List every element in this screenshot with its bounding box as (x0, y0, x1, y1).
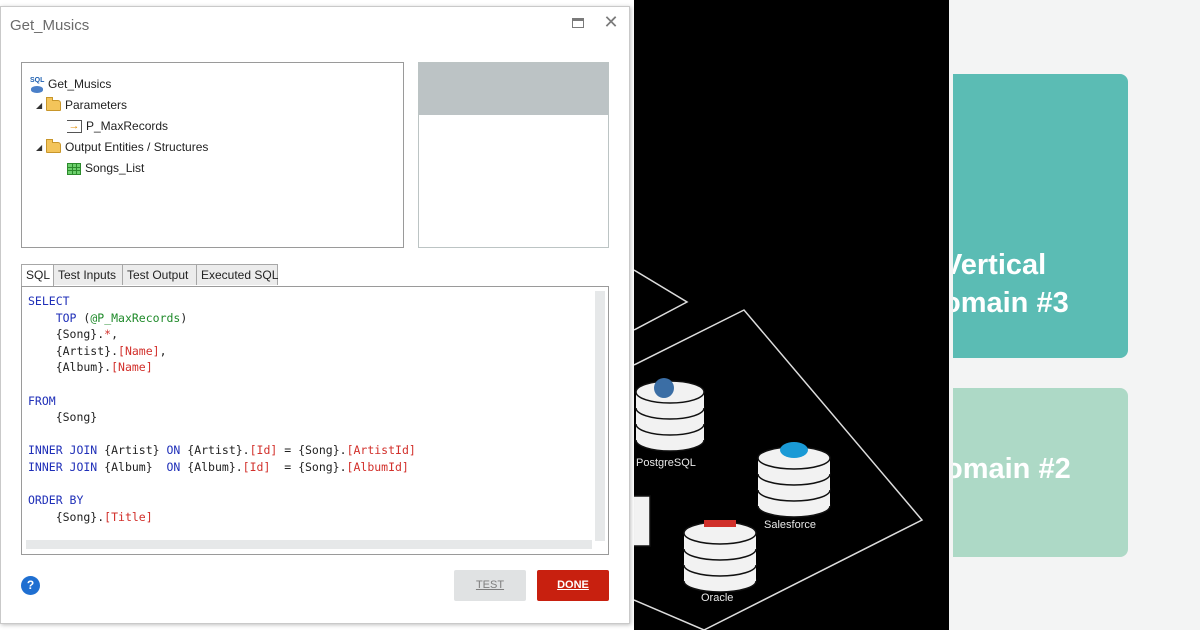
sql-query-dialog: Get_Musics ✕ SQL Get_Musics ◢ Parameters →… (0, 6, 630, 624)
tree-parameters-folder[interactable]: ◢ Parameters (36, 96, 127, 114)
parameters-folder-label: Parameters (65, 98, 128, 112)
database-diagram-background: PostgreSQL Salesforce Oracle (634, 0, 949, 630)
oracle-label: Oracle (701, 592, 734, 604)
salesforce-db-icon (757, 442, 831, 518)
oracle-db-icon (683, 520, 757, 593)
partial-db-icon (634, 495, 651, 547)
tree-root-label: Get_Musics (48, 77, 112, 91)
output-entity-label: Songs_List (85, 161, 145, 175)
domain-card-2-text: omain #2 (953, 453, 1071, 485)
tree-parameter-item[interactable]: → P_MaxRecords (67, 117, 168, 135)
output-folder-label: Output Entities / Structures (65, 140, 209, 154)
sql-editor[interactable]: SELECT TOP (@P_MaxRecords) {Song}.*, {Ar… (21, 286, 609, 555)
input-parameter-icon: → (67, 120, 82, 134)
title-bar[interactable]: Get_Musics ✕ (1, 7, 629, 45)
sql-code[interactable]: SELECT TOP (@P_MaxRecords) {Song}.*, {Ar… (28, 293, 416, 525)
done-button[interactable]: DONE (537, 570, 609, 601)
test-button[interactable]: TEST (454, 570, 526, 601)
dialog-title: Get_Musics (10, 17, 90, 34)
tab-executed-sql[interactable]: Executed SQL (196, 264, 278, 285)
collapse-arrow-icon[interactable]: ◢ (36, 97, 46, 115)
folder-icon (46, 97, 61, 112)
tab-test-inputs[interactable]: Test Inputs (53, 264, 123, 285)
preview-header (419, 63, 608, 115)
postgresql-label: PostgreSQL (636, 457, 696, 469)
tree-output-entity[interactable]: Songs_List (67, 159, 144, 177)
sql-database-icon: SQL (30, 77, 44, 93)
query-tree: SQL Get_Musics ◢ Parameters → P_MaxRecords … (21, 62, 404, 248)
tab-sql[interactable]: SQL (21, 264, 54, 287)
folder-icon (46, 139, 61, 154)
salesforce-label: Salesforce (764, 519, 816, 531)
tree-root[interactable]: SQL Get_Musics (30, 75, 111, 93)
parameter-label: P_MaxRecords (86, 119, 169, 133)
preview-panel (418, 62, 609, 248)
vertical-scrollbar[interactable] (595, 291, 605, 541)
tab-test-output[interactable]: Test Output (122, 264, 197, 285)
help-icon[interactable]: ? (21, 576, 40, 595)
maximize-icon[interactable] (572, 18, 584, 28)
horizontal-scrollbar[interactable] (26, 540, 592, 549)
domain-card-3: Vertical omain #3 (953, 74, 1128, 358)
domain-card-3-text: Vertical omain #3 (953, 249, 1069, 319)
close-icon[interactable]: ✕ (602, 13, 620, 33)
postgresql-db-icon (635, 378, 705, 452)
tree-output-folder[interactable]: ◢ Output Entities / Structures (36, 138, 208, 156)
table-icon (67, 162, 81, 175)
domain-card-2: omain #2 (953, 388, 1128, 557)
collapse-arrow-icon[interactable]: ◢ (36, 139, 46, 157)
